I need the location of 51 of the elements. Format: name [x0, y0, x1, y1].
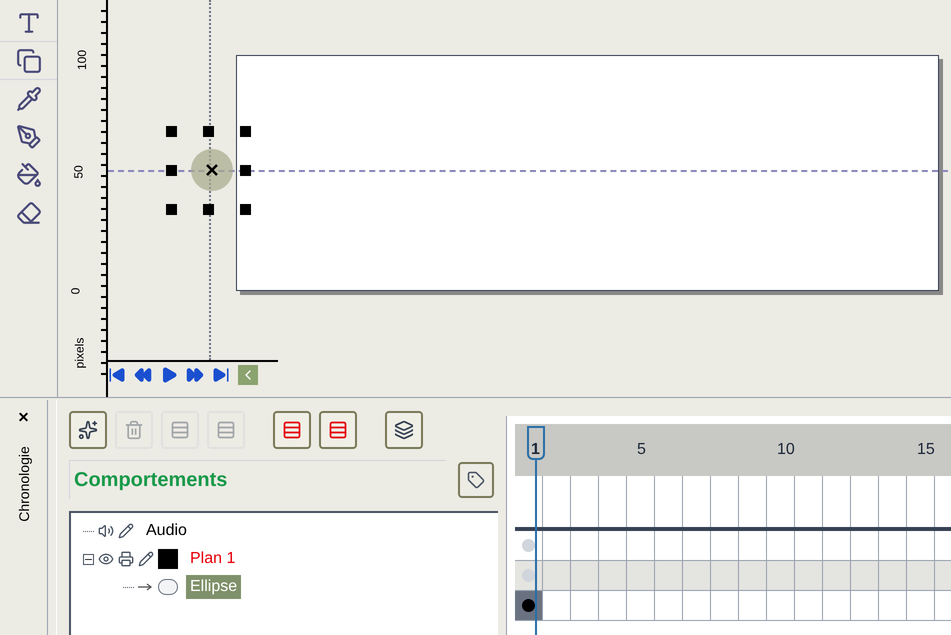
close-icon[interactable]: ×: [18, 408, 29, 426]
speaker-icon[interactable]: [98, 523, 114, 539]
sparkle-icon: [78, 420, 98, 440]
arrow-icon: [138, 583, 154, 591]
selection-handle[interactable]: [166, 165, 177, 176]
play-icon[interactable]: [160, 366, 178, 384]
frame-number: 10: [777, 440, 795, 460]
color-swatch[interactable]: [158, 549, 178, 569]
rows-icon: [170, 420, 190, 440]
pencil-icon[interactable]: [118, 523, 134, 539]
pencil-icon[interactable]: [138, 551, 154, 567]
fast-forward-icon[interactable]: [186, 366, 204, 384]
selection-handle[interactable]: [166, 204, 177, 215]
selection-handle[interactable]: [166, 126, 177, 137]
selection-handle[interactable]: [240, 204, 251, 215]
ruler-label: 0: [67, 288, 84, 294]
selection-handle[interactable]: [203, 204, 214, 215]
layers-icon: [394, 420, 414, 440]
selection-handle[interactable]: [240, 165, 251, 176]
transform-center-handle[interactable]: [191, 149, 233, 191]
eye-icon[interactable]: [98, 551, 114, 567]
behavior-button[interactable]: [458, 462, 494, 498]
selection-handle[interactable]: [240, 126, 251, 137]
ruler-unit: pixels: [71, 338, 88, 368]
rows-icon: [216, 420, 236, 440]
layer-tool-button[interactable]: [319, 411, 357, 449]
panel-tab[interactable]: × Chronologie: [0, 400, 48, 635]
frame-number: 1: [531, 440, 540, 460]
ruler-label: 100: [74, 50, 90, 70]
skip-back-icon[interactable]: [108, 366, 126, 384]
rows-icon: [282, 420, 302, 440]
layer-name[interactable]: Plan 1: [186, 547, 240, 571]
frame-number: 5: [637, 440, 646, 460]
layer-tool-button[interactable]: [69, 411, 107, 449]
trash-icon: [124, 420, 144, 440]
skip-forward-icon[interactable]: [212, 366, 230, 384]
layer-tool-button[interactable]: [273, 411, 311, 449]
collapse-button[interactable]: [238, 365, 258, 385]
cross-icon: [206, 164, 218, 176]
collapse-toggle[interactable]: [83, 554, 94, 564]
rewind-icon[interactable]: [134, 366, 152, 384]
selection-handle[interactable]: [203, 126, 214, 137]
frame-number: 15: [917, 440, 935, 460]
layer-tool-button[interactable]: [385, 411, 423, 449]
layer-name[interactable]: Audio: [142, 519, 191, 543]
panel-title: Chronologie: [14, 446, 33, 522]
behaviors-label: Comportements: [69, 460, 446, 499]
tag-icon: [467, 470, 485, 488]
ruler-label: 50: [70, 165, 87, 179]
printer-icon[interactable]: [118, 551, 134, 567]
rows-icon: [328, 420, 348, 440]
